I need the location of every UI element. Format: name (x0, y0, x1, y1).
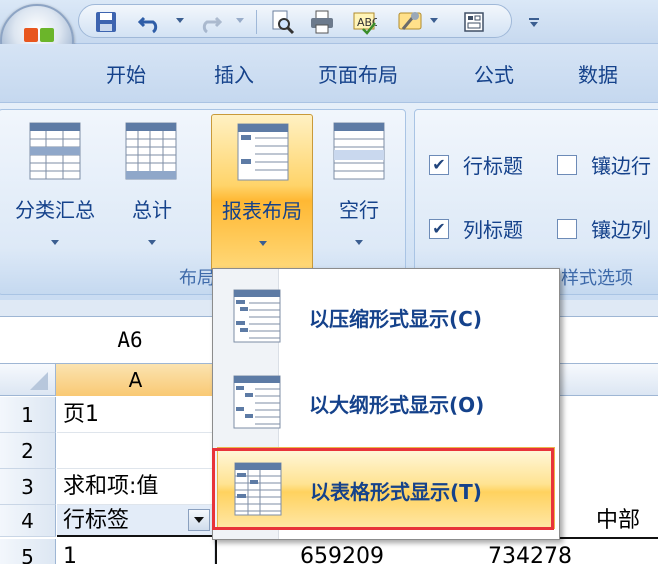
column-headers-option[interactable]: ✔ 列标题 (429, 214, 523, 243)
banded-rows-checkbox[interactable] (557, 154, 577, 175)
spelling-icon[interactable]: ABC (350, 8, 378, 36)
tab-formulas[interactable]: 公式 (474, 59, 514, 88)
blank-rows-button[interactable]: 空行 (317, 114, 401, 272)
row-header-5[interactable]: 5 (0, 539, 56, 564)
subtotals-button[interactable]: 分类汇总 (1, 114, 109, 272)
cell-a4[interactable]: 行标签 (57, 505, 215, 537)
filter-dropdown-icon[interactable] (188, 509, 210, 531)
compact-form-icon (233, 289, 281, 343)
tab-page-layout[interactable]: 页面布局 (318, 59, 398, 88)
ribbon-tabs: 开始 插入 页面布局 公式 数据 (0, 44, 658, 102)
tab-home[interactable]: 开始 (106, 59, 146, 88)
cell-a2[interactable] (57, 433, 215, 469)
report-layout-label: 报表布局 (222, 199, 302, 223)
row-header-4[interactable]: 4 (0, 505, 56, 537)
row-headers-checkbox[interactable]: ✔ (429, 154, 449, 175)
cell-a5[interactable]: 1 (57, 539, 215, 564)
blank-rows-label: 空行 (339, 198, 379, 222)
outline-form-option[interactable]: 以大纲形式显示(O) (217, 361, 555, 443)
outline-form-label: 以大纲形式显示(O) (309, 393, 485, 417)
subtotals-icon (29, 122, 81, 180)
report-layout-menu: 以压缩形式显示(C) 以大纲形式显示(O) 以表格形式显示(T) (212, 268, 560, 540)
report-layout-dropdown-icon (259, 241, 267, 246)
style-options-group-label: 样式选项 (561, 268, 633, 289)
grand-totals-dropdown-icon (148, 240, 156, 245)
row-header-1[interactable]: 1 (0, 397, 56, 433)
compact-form-option[interactable]: 以压缩形式显示(C) (217, 275, 555, 357)
banded-rows-label: 镶边行 (591, 154, 651, 178)
tabular-form-label: 以表格形式显示(T) (310, 480, 482, 504)
undo-dropdown-icon[interactable] (176, 18, 184, 23)
column-headers-checkbox[interactable]: ✔ (429, 218, 449, 239)
banded-columns-label: 镶边列 (591, 218, 651, 242)
subtotals-dropdown-icon (51, 240, 59, 245)
cell-b5[interactable]: 659209 (300, 539, 384, 564)
tools-icon[interactable] (396, 8, 424, 36)
row-header-2[interactable]: 2 (0, 433, 56, 469)
tabular-form-icon (234, 462, 282, 516)
cell-central-region[interactable]: 中部 (596, 505, 640, 537)
tab-insert[interactable]: 插入 (214, 59, 254, 88)
undo-icon[interactable] (136, 8, 164, 36)
compact-form-label: 以压缩形式显示(C) (309, 307, 482, 331)
tabular-form-option[interactable]: 以表格形式显示(T) (217, 447, 555, 529)
cell-a1[interactable]: 页1 (57, 397, 215, 433)
qat-separator (256, 10, 257, 34)
row-headers-label: 行标题 (463, 154, 523, 178)
redo-icon[interactable] (196, 8, 224, 36)
column-headers-label: 列标题 (463, 218, 523, 242)
customize-arrow-icon[interactable] (520, 8, 548, 36)
tools-dropdown-icon[interactable] (430, 18, 438, 23)
cell-c5[interactable]: 734278 (488, 539, 572, 564)
tab-data[interactable]: 数据 (578, 59, 618, 88)
cell-a3[interactable]: 求和项:值 (57, 469, 215, 505)
form-icon[interactable] (460, 8, 488, 36)
subtotals-label: 分类汇总 (15, 198, 95, 222)
redo-dropdown-icon[interactable] (236, 18, 244, 23)
blank-rows-dropdown-icon (355, 240, 363, 245)
outline-form-icon (233, 375, 281, 429)
layout-group-label: 布局 (179, 268, 215, 289)
row-headers-option[interactable]: ✔ 行标题 (429, 150, 523, 179)
grand-totals-icon (125, 122, 177, 180)
row-labels-text: 行标签 (63, 508, 130, 533)
banded-columns-checkbox[interactable] (557, 218, 577, 239)
select-all-corner[interactable] (0, 364, 56, 396)
blank-rows-icon (333, 122, 385, 180)
save-icon[interactable] (92, 8, 120, 36)
column-header-a[interactable]: A (56, 364, 216, 396)
banded-columns-option[interactable]: 镶边列 (557, 214, 651, 243)
row-header-3[interactable]: 3 (0, 469, 56, 505)
report-layout-button[interactable]: 报表布局 (211, 114, 313, 272)
grand-totals-button[interactable]: 总计 (111, 114, 193, 272)
print-preview-icon[interactable] (268, 8, 296, 36)
table-left-border (215, 537, 217, 564)
grand-totals-label: 总计 (132, 198, 172, 222)
report-layout-icon (237, 123, 289, 181)
print-icon[interactable] (308, 8, 336, 36)
banded-rows-option[interactable]: 镶边行 (557, 150, 651, 179)
quick-access-toolbar: ABC (0, 0, 658, 44)
